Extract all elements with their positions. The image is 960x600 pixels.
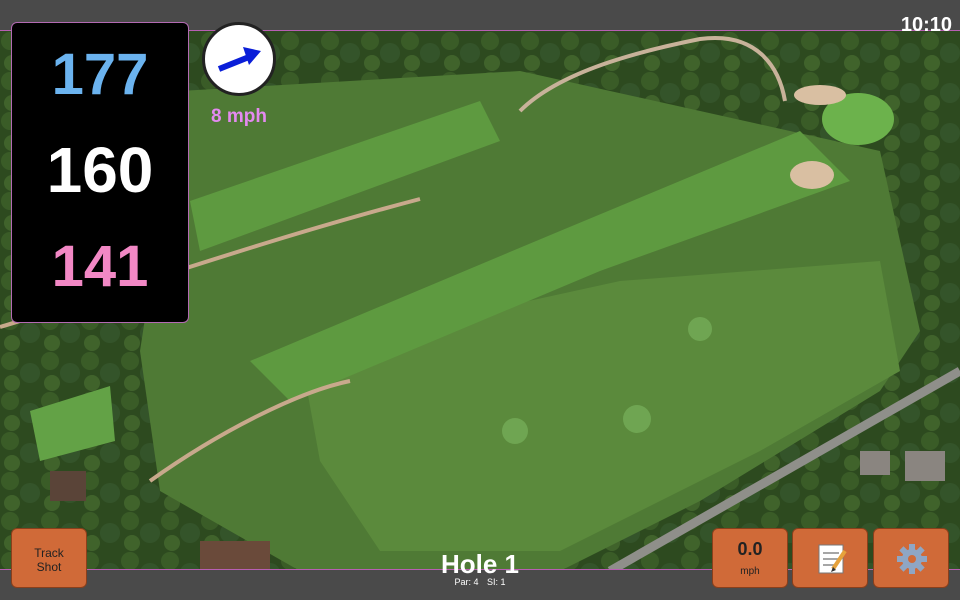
yardage-panel: 177 160 141 bbox=[11, 22, 189, 323]
notes-button[interactable] bbox=[792, 528, 868, 588]
wind-arrow-icon bbox=[217, 47, 261, 72]
center-yardage: 160 bbox=[46, 134, 154, 206]
speed-button[interactable]: 0.0 mph bbox=[712, 528, 788, 588]
track-shot-label-line2: Shot bbox=[36, 560, 62, 574]
speed-value: 0.0 bbox=[737, 539, 763, 559]
clock: 10:10 bbox=[900, 14, 952, 36]
hole-par: Par: 4 bbox=[454, 577, 479, 587]
wind-speed-label: 8 mph bbox=[211, 106, 267, 127]
hole-details: Par: 4 SI: 1 bbox=[400, 577, 560, 587]
notepad-icon bbox=[818, 544, 847, 574]
gear-icon bbox=[897, 544, 927, 574]
speed-unit: mph bbox=[740, 566, 760, 577]
track-shot-button[interactable]: Track Shot bbox=[11, 528, 87, 588]
track-shot-label-line1: Track bbox=[34, 546, 64, 560]
hole-stroke-index: SI: 1 bbox=[487, 577, 506, 587]
hole-title: Hole 1 bbox=[440, 549, 520, 579]
settings-button[interactable] bbox=[873, 528, 949, 588]
wind-direction-indicator bbox=[202, 22, 276, 96]
back-yardage: 177 bbox=[51, 42, 149, 107]
front-yardage: 141 bbox=[51, 234, 149, 299]
